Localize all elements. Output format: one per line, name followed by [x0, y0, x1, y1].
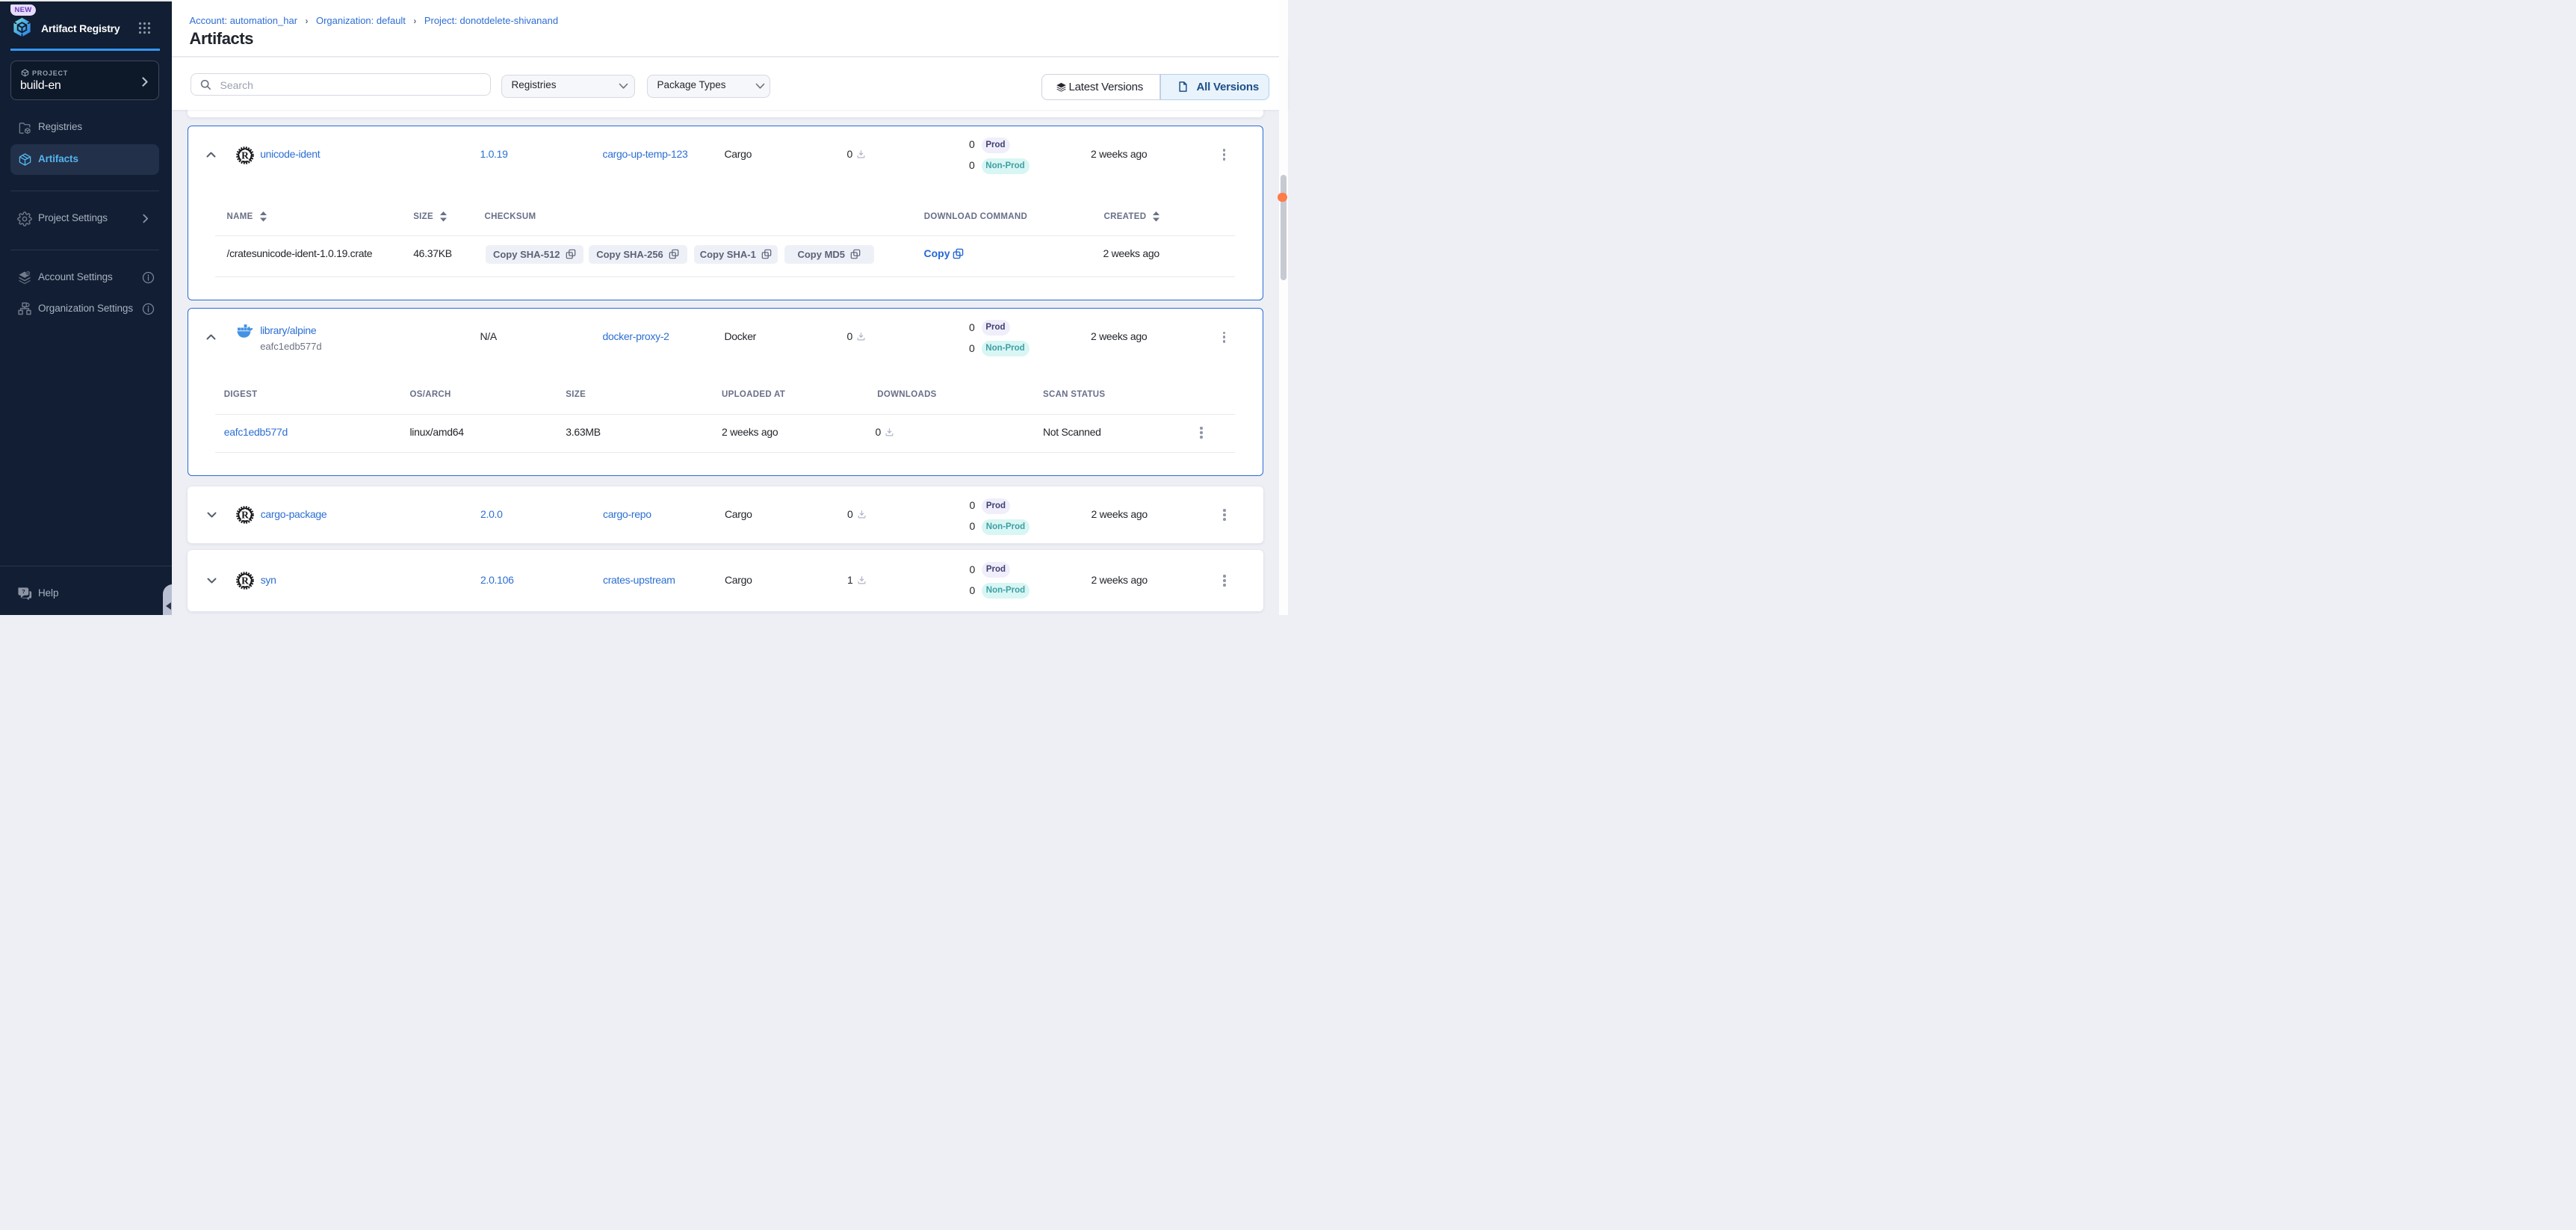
svg-text:?: ?: [22, 588, 25, 595]
svg-text:R: R: [241, 575, 249, 586]
svg-text:R: R: [241, 509, 249, 520]
svg-text:R: R: [241, 150, 249, 161]
